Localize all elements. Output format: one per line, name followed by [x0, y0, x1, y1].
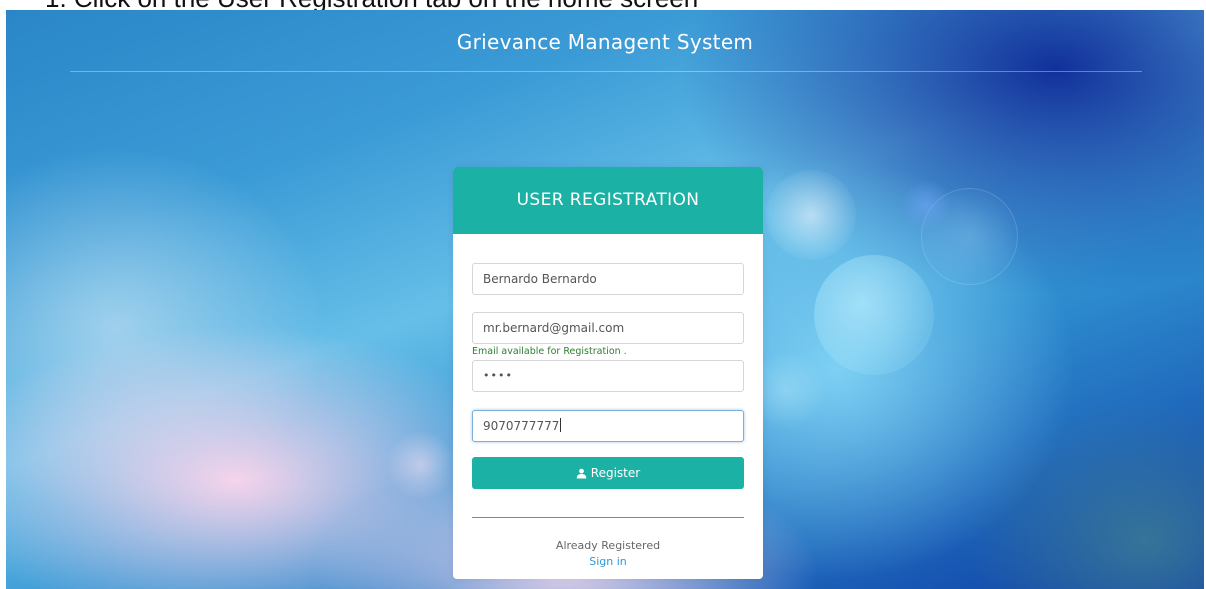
email-input[interactable]: mr.bernard@gmail.com [472, 312, 744, 344]
form-divider [472, 517, 744, 518]
name-input[interactable]: Bernardo Bernardo [472, 263, 744, 295]
app-screen: Grievance Managent System USER REGISTRAT… [6, 10, 1204, 589]
app-title: Grievance Managent System [456, 30, 754, 54]
registration-card: USER REGISTRATION Bernardo Bernardo mr.b… [453, 167, 763, 579]
bokeh-bubble [901, 180, 951, 230]
registration-heading: USER REGISTRATION [453, 167, 763, 234]
phone-input-value: 9070777777 [483, 419, 560, 433]
email-input-value: mr.bernard@gmail.com [483, 321, 625, 335]
register-button-label: Register [590, 466, 641, 480]
name-input-value: Bernardo Bernardo [483, 272, 597, 286]
password-input[interactable]: •••• [472, 360, 744, 392]
bokeh-bubble [766, 170, 856, 260]
user-icon [576, 468, 587, 479]
sign-in-link[interactable]: Sign in [453, 555, 763, 568]
bokeh-bubble [386, 430, 456, 500]
already-registered-text: Already Registered [555, 539, 661, 552]
register-button[interactable]: Register [472, 457, 744, 489]
bokeh-bubble [921, 188, 1018, 285]
header-divider [70, 71, 1142, 72]
phone-input[interactable]: 9070777777 [472, 410, 744, 442]
password-input-value: •••• [483, 369, 513, 382]
email-availability-hint: Email available for Registration . [472, 346, 627, 357]
bokeh-bubble [814, 255, 934, 375]
document-caption: 1. Click on the User Registration tab on… [45, 0, 698, 11]
text-caret [560, 418, 562, 432]
